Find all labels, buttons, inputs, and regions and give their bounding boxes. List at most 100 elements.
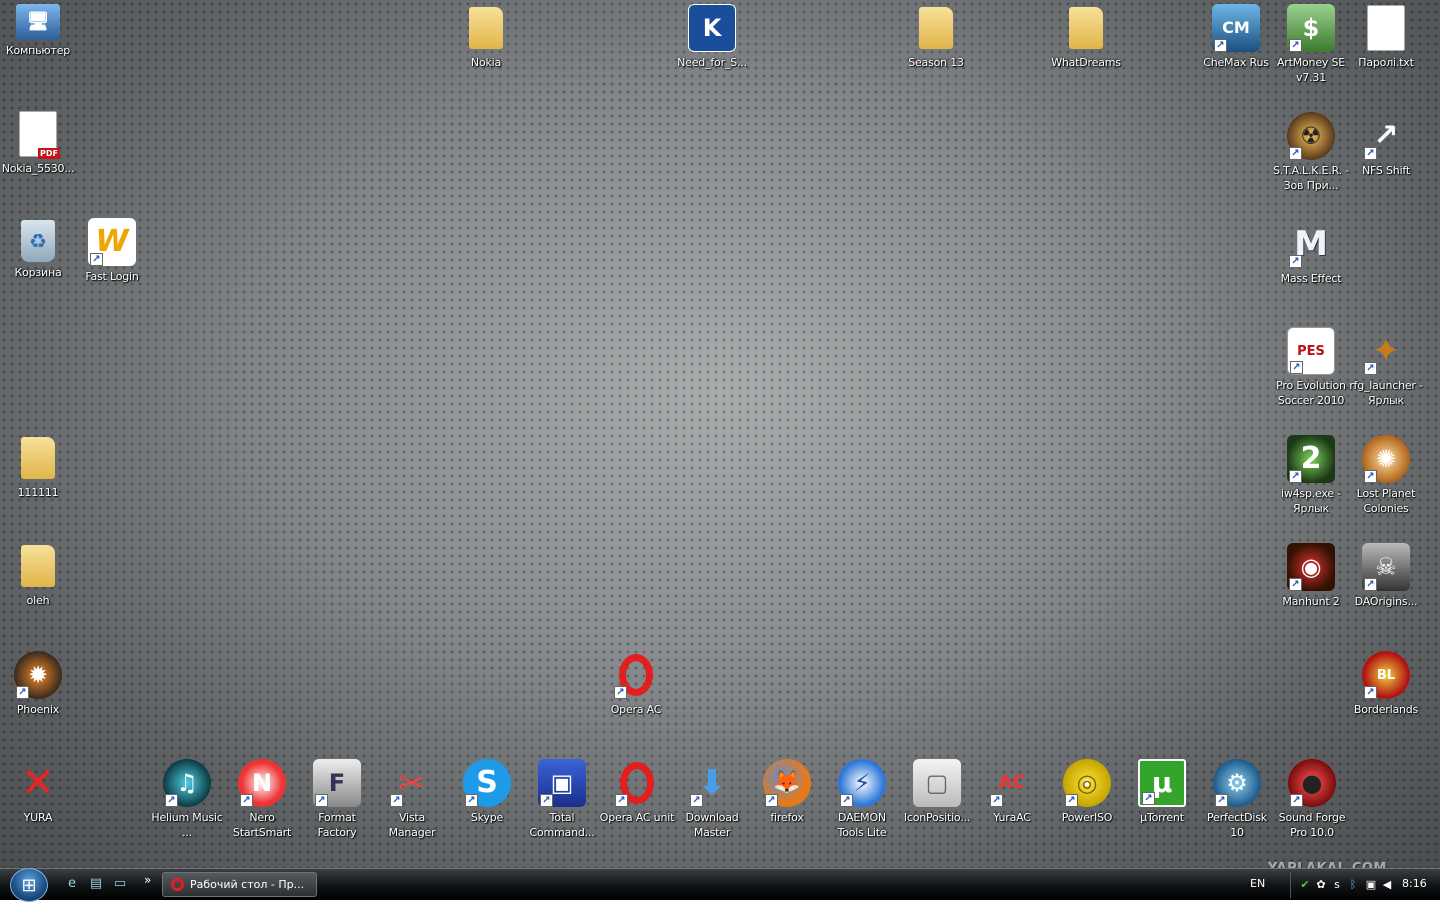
internet-explorer-icon[interactable]: e [63, 876, 81, 892]
opera-icon: ↗ [612, 651, 660, 699]
desktop-icon-artmoney[interactable]: $ ↗ ArtMoney SE v7.31 [1273, 4, 1349, 85]
desktop-icon-stalker[interactable]: ☢ ↗ S.T.A.L.K.E.R. - Зов При... [1273, 112, 1349, 193]
icon-label: PowerISO [1061, 811, 1113, 824]
icon-label: Паролі.txt [1358, 56, 1414, 69]
desktop-icon-yura[interactable]: ✕ YURA [0, 759, 76, 825]
show-desktop-icon[interactable]: ▭ [111, 876, 129, 892]
nero-flame-icon: N ↗ [238, 759, 286, 807]
desktop-icon-passwords-txt[interactable]: Паролі.txt [1348, 4, 1424, 70]
desktop-icon-computer[interactable]: 🖥 Компьютер [0, 4, 76, 58]
desktop-icon-poweriso[interactable]: ◎ ↗ PowerISO [1049, 759, 1125, 825]
icon-label: YURA [23, 811, 53, 824]
icon-label: CheMax Rus [1203, 56, 1269, 69]
desktop-icon-need-for-speed[interactable]: K Need_for_S... [674, 4, 750, 70]
icon-label: Nokia [470, 56, 502, 69]
icon-label: Need_for_S... [677, 56, 747, 69]
pes-icon: PES ↗ [1287, 327, 1335, 375]
desktop-icon-iconpositions[interactable]: ▢ IconPositio... [899, 759, 975, 825]
clock[interactable]: 8:16 [1402, 877, 1427, 890]
folder-icon [1062, 4, 1110, 52]
tray-app-icon[interactable]: ✿ [1315, 879, 1327, 891]
skype-tray-icon[interactable]: s [1331, 879, 1343, 891]
desktop-icon-vista-manager[interactable]: ✂ ↗ Vista Manager [374, 759, 450, 840]
icon-label: oleh [26, 594, 50, 607]
pdf-icon: PDF [14, 110, 62, 159]
icon-label: Borderlands [1353, 703, 1419, 716]
icon-label: Skype [470, 811, 504, 824]
switch-windows-icon[interactable]: ▤ [87, 876, 105, 892]
icon-label: S.T.A.L.K.E.R. - Зов При... [1273, 164, 1350, 192]
opera-icon [171, 878, 184, 891]
desktop-icon-nokia-pdf[interactable]: PDF Nokia_5530... [0, 110, 76, 176]
icon-label: NFS Shift [1361, 164, 1411, 177]
desktop-icon-fast-login[interactable]: W ↗ Fast Login [74, 218, 150, 284]
desktop-icon-perfectdisk[interactable]: ⚙ ↗ PerfectDisk 10 [1199, 759, 1275, 840]
desktop-icon-yuraac[interactable]: AC ↗ YuraAC [974, 759, 1050, 825]
desktop-icon-manhunt-2[interactable]: ◉ ↗ Manhunt 2 [1273, 543, 1349, 609]
icon-label: PerfectDisk 10 [1207, 811, 1267, 839]
desktop-icon-iw4sp[interactable]: 2 ↗ iw4sp.exe - Ярлык [1273, 435, 1349, 516]
desktop-icon-chemax[interactable]: CM ↗ CheMax Rus [1198, 4, 1274, 70]
utorrent-icon: µ ↗ [1138, 759, 1186, 807]
icon-label: Opera AC unit [599, 811, 675, 824]
folder-icon [14, 542, 62, 590]
folder-icon [14, 434, 62, 482]
microphone-icon: ● ↗ [1288, 759, 1336, 807]
desktop-icon-skype[interactable]: S ↗ Skype [449, 759, 525, 825]
desktop-icon-oleh-folder[interactable]: oleh [0, 542, 76, 608]
opera-icon: ↗ [613, 759, 661, 807]
bluetooth-icon[interactable]: ᛒ [1347, 879, 1359, 891]
nfs-icon: ↗ ↗ [1362, 112, 1410, 160]
desktop-icon-opera-ac[interactable]: ↗ Opera AC [598, 651, 674, 717]
security-check-icon[interactable]: ✔ [1299, 879, 1311, 891]
desktop-icon-daemon-tools[interactable]: ⚡ ↗ DAEMON Tools Lite [824, 759, 900, 840]
desktop-icon-opera-ac-unit[interactable]: ↗ Opera AC unit [599, 759, 675, 825]
desktop-icon-nfs-shift[interactable]: ↗ ↗ NFS Shift [1348, 112, 1424, 178]
disc-icon: ◎ ↗ [1063, 759, 1111, 807]
desktop-icon-folder-111111[interactable]: 111111 [0, 434, 76, 500]
volume-icon[interactable]: ◀ [1381, 879, 1393, 891]
icon-label: Season 13 [908, 56, 964, 69]
desktop-icon-whatdreams[interactable]: WhatDreams [1048, 4, 1124, 70]
rfg-icon: ✦ ↗ [1362, 327, 1410, 375]
tools-icon: ✂ ↗ [388, 759, 436, 807]
start-button[interactable]: ⊞ [10, 868, 48, 902]
gear-icon: ⚙ ↗ [1213, 759, 1261, 807]
icon-label: YuraAC [993, 811, 1031, 824]
dragon-age-icon: ☠ ↗ [1362, 543, 1410, 591]
desktop-icon-dragon-age[interactable]: ☠ ↗ DAOrigins... [1348, 543, 1424, 609]
language-indicator[interactable]: EN [1250, 877, 1265, 890]
taskbar-window-button[interactable]: Рабочий стол - Пр... [162, 872, 317, 897]
desktop-icon-recycle-bin[interactable]: ♻ Корзина [0, 220, 76, 280]
desktop-icon-utorrent[interactable]: µ ↗ µTorrent [1124, 759, 1200, 825]
windows-logo-icon: ⊞ [21, 874, 37, 896]
icon-label: rfg_launcher - Ярлык [1349, 379, 1423, 407]
icon-label: WhatDreams [1051, 56, 1121, 69]
lost-planet-icon: ✺ ↗ [1362, 435, 1410, 483]
desktop-icon-mass-effect[interactable]: M ↗ Mass Effect [1273, 220, 1349, 286]
taskbar-window-title: Рабочий стол - Пр... [190, 878, 305, 891]
desktop-icon-phoenix[interactable]: ✹ ↗ Phoenix [0, 651, 76, 717]
desktop-icon-firefox[interactable]: 🦊 ↗ firefox [749, 759, 825, 825]
desktop-icon-download-master[interactable]: ⬇ ↗ Download Master [674, 759, 750, 840]
red-x-icon: ✕ [21, 760, 55, 806]
quicklaunch-chevron[interactable]: » [144, 873, 151, 887]
desktop-icon-total-commander[interactable]: ▣ ↗ Total Command... [524, 759, 600, 840]
desktop-icon-pes-2010[interactable]: PES ↗ Pro Evolution Soccer 2010 [1273, 327, 1349, 408]
desktop-icon-sound-forge[interactable]: ● ↗ Sound Forge Pro 10.0 [1274, 759, 1350, 840]
desktop-icon-borderlands[interactable]: BL ↗ Borderlands [1348, 651, 1424, 717]
desktop-icon-format-factory[interactable]: F ↗ Format Factory [299, 759, 375, 840]
desktop-icon-season-13[interactable]: Season 13 [898, 4, 974, 70]
desktop-icon-helium-music[interactable]: ♫ ↗ Helium Music ... [149, 759, 225, 840]
desktop-icon-rfg-launcher[interactable]: ✦ ↗ rfg_launcher - Ярлык [1348, 327, 1424, 408]
icon-label: Phoenix [16, 703, 60, 716]
icon-label: µTorrent [1140, 811, 1184, 824]
network-icon[interactable]: ▣ [1365, 879, 1377, 891]
lightning-icon: ⚡ ↗ [838, 759, 886, 807]
desktop-icon-nokia-folder[interactable]: Nokia [448, 4, 524, 70]
desktop-icon-nero[interactable]: N ↗ Nero StartSmart [224, 759, 300, 840]
format-factory-icon: F ↗ [313, 759, 361, 807]
window-icon: ▢ [913, 759, 961, 807]
icon-label: Компьютер [5, 44, 71, 57]
desktop-icon-lost-planet[interactable]: ✺ ↗ Lost Planet Colonies [1348, 435, 1424, 516]
